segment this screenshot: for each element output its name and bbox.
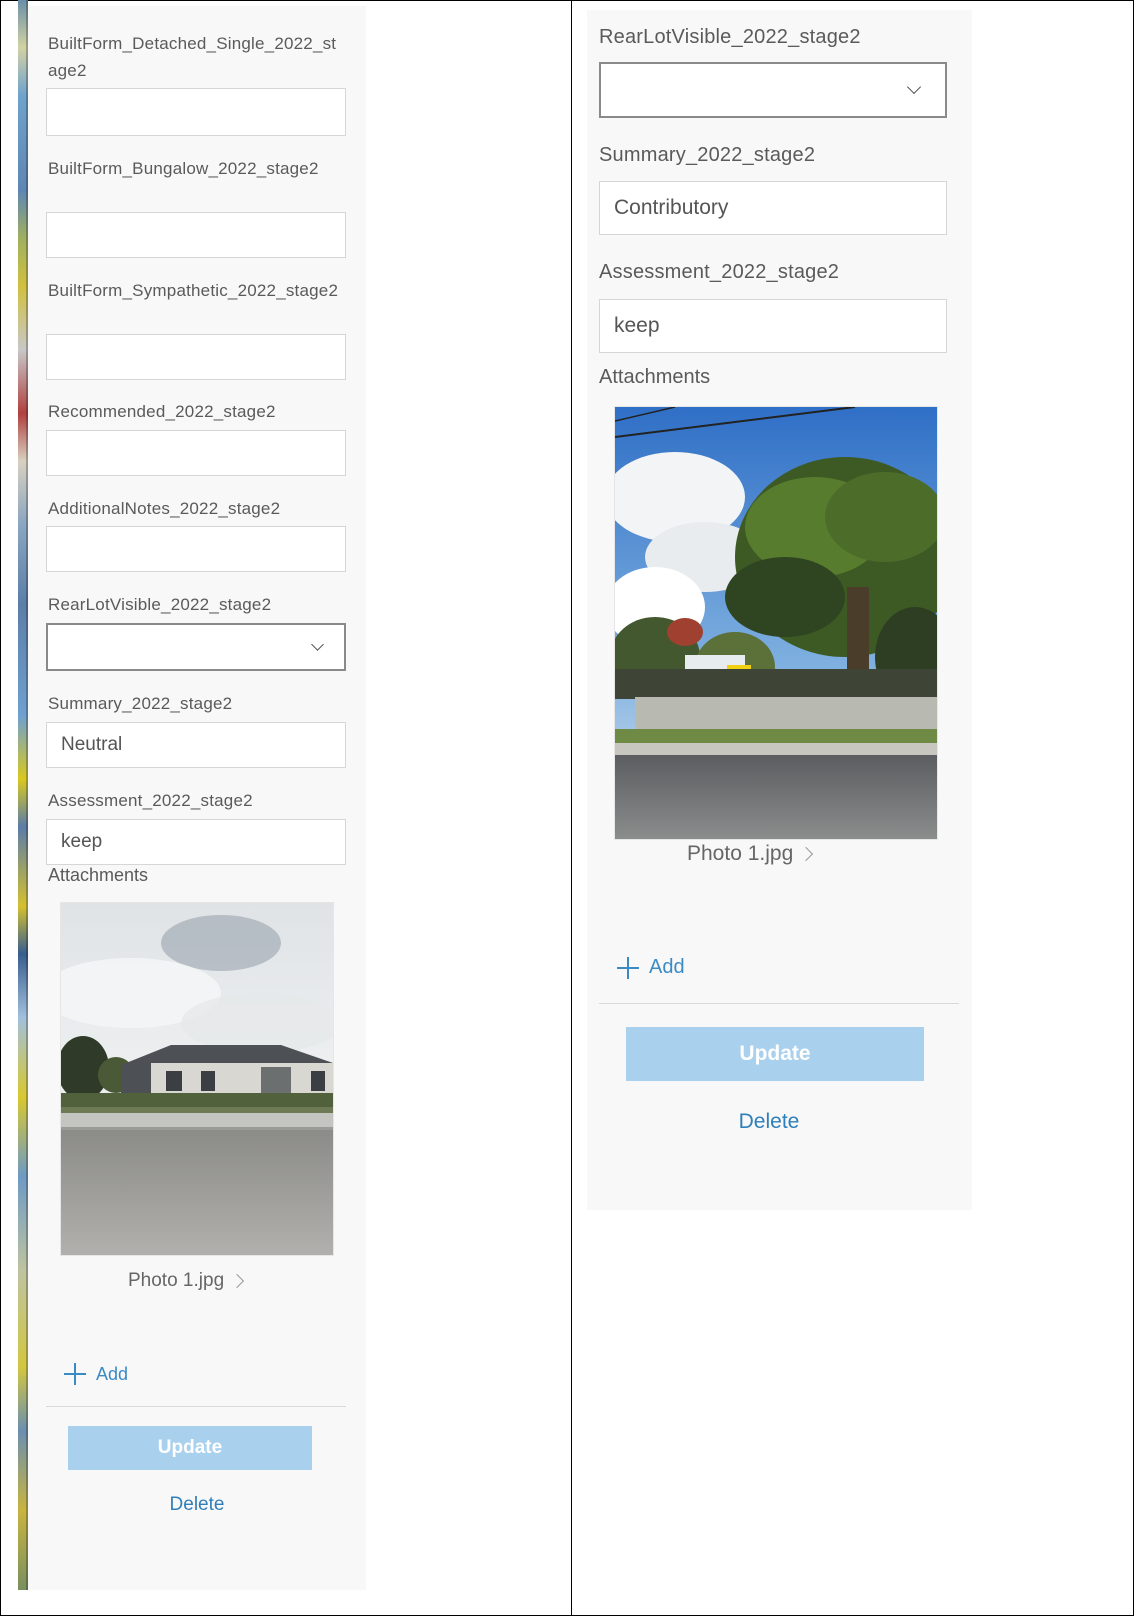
field-input-summary[interactable]: Neutral xyxy=(46,722,346,768)
field-input-assessment[interactable]: keep xyxy=(46,819,346,865)
map-edge xyxy=(18,0,28,1590)
field-input-sympathetic[interactable] xyxy=(46,334,346,380)
rear-lot-select[interactable] xyxy=(599,62,947,118)
delete-button[interactable]: Delete xyxy=(587,1110,951,1134)
attachment-photo-link[interactable]: Photo 1.jpg xyxy=(128,1270,245,1292)
chevron-right-icon xyxy=(799,846,814,862)
attachments-label: Attachments xyxy=(599,366,711,388)
field-label-additional-notes: AdditionalNotes_2022_stage2 xyxy=(48,499,281,518)
chevron-down-icon xyxy=(311,638,324,651)
add-attachment-label: Add xyxy=(96,1363,129,1384)
field-input-assessment[interactable]: keep xyxy=(599,299,947,353)
field-label-rear-lot: RearLotVisible_2022_stage2 xyxy=(48,595,272,614)
update-button[interactable]: Update xyxy=(626,1027,924,1081)
field-input-summary[interactable]: Contributory xyxy=(599,181,947,235)
field-label-summary: Summary_2022_stage2 xyxy=(48,694,233,713)
edit-panel-right: RearLotVisible_2022_stage2 Summary_2022_… xyxy=(587,10,972,1210)
field-input-additional-notes[interactable] xyxy=(46,526,346,572)
field-label-recommended: Recommended_2022_stage2 xyxy=(48,402,276,421)
attachment-photo-thumbnail[interactable] xyxy=(614,406,938,840)
field-label-sympathetic: BuiltForm_Sympathetic_2022_stage2 xyxy=(48,281,339,300)
delete-button[interactable]: Delete xyxy=(28,1494,366,1516)
divider xyxy=(46,1406,346,1407)
attachment-file-name: Photo 1.jpg xyxy=(128,1270,225,1291)
divider xyxy=(599,1003,959,1004)
chevron-down-icon xyxy=(906,79,922,95)
edit-panel-left: BuiltForm_Detached_Single_2022_stage2 Bu… xyxy=(28,6,366,1590)
field-label-summary: Summary_2022_stage2 xyxy=(599,144,816,166)
field-label-bungalow: BuiltForm_Bungalow_2022_stage2 xyxy=(48,159,319,178)
rear-lot-select[interactable] xyxy=(46,623,346,671)
field-label-detached-single: BuiltForm_Detached_Single_2022_stage2 xyxy=(48,34,337,80)
attachment-photo-thumbnail[interactable] xyxy=(60,902,334,1256)
field-label-rear-lot: RearLotVisible_2022_stage2 xyxy=(599,26,861,48)
update-button[interactable]: Update xyxy=(68,1426,312,1470)
add-attachment-label: Add xyxy=(649,956,685,978)
field-label-assessment: Assessment_2022_stage2 xyxy=(48,791,253,810)
field-input-recommended[interactable] xyxy=(46,430,346,476)
add-attachment-button[interactable]: Add xyxy=(64,1363,128,1385)
chevron-right-icon xyxy=(230,1273,245,1289)
attachment-photo-link[interactable]: Photo 1.jpg xyxy=(687,842,814,866)
house-photo-image xyxy=(61,903,333,1255)
palm-photo-image xyxy=(615,407,937,839)
cell-divider xyxy=(571,0,572,1616)
attachments-label: Attachments xyxy=(48,865,149,885)
add-attachment-button[interactable]: Add xyxy=(617,956,685,979)
plus-icon xyxy=(617,956,639,979)
field-input-bungalow[interactable] xyxy=(46,212,346,258)
field-label-assessment: Assessment_2022_stage2 xyxy=(599,261,840,283)
plus-icon xyxy=(64,1363,86,1385)
attachment-file-name: Photo 1.jpg xyxy=(687,842,794,865)
field-input-detached-single[interactable] xyxy=(46,88,346,136)
